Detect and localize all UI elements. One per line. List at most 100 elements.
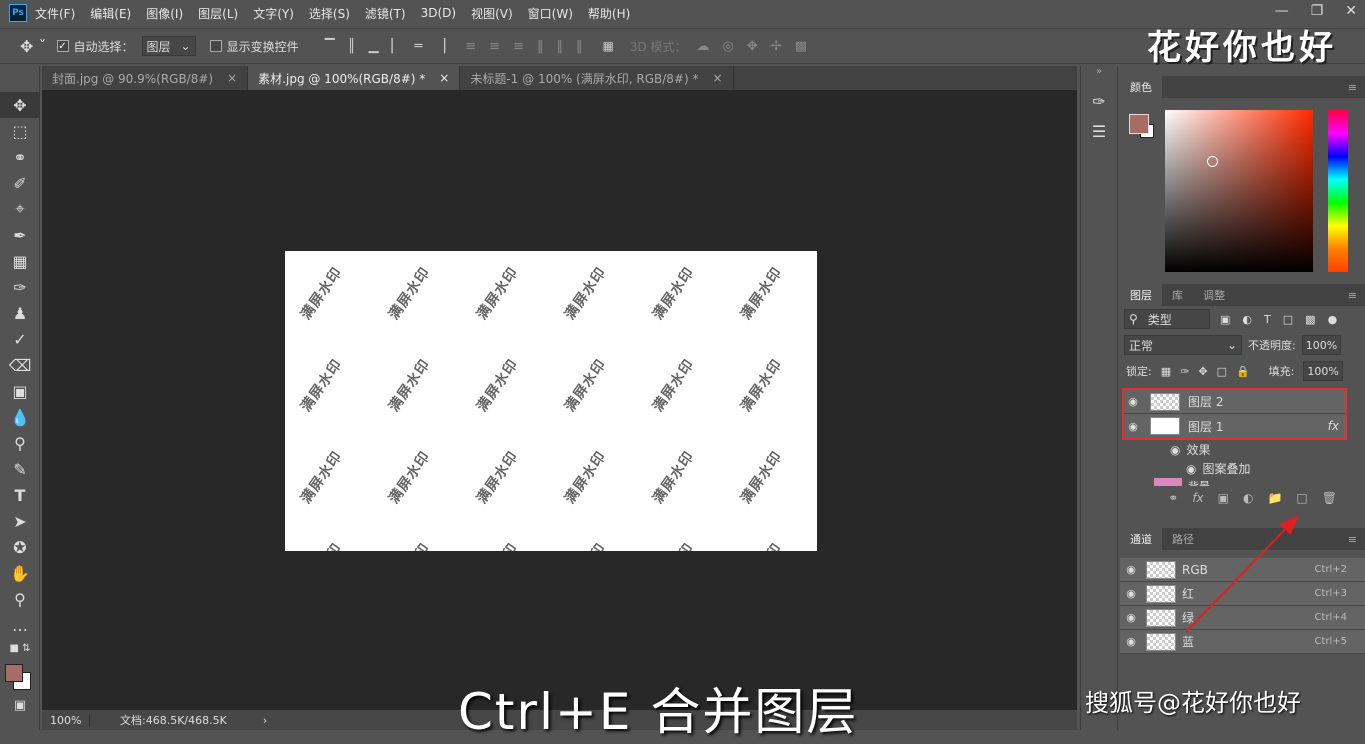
align-top-icon[interactable]: ▔ — [325, 39, 335, 54]
panel-menu-icon[interactable]: ≡ — [1348, 81, 1357, 94]
layer-name[interactable]: 背景 — [1188, 478, 1210, 486]
layer-row[interactable]: ◉ 图层 1 fx — [1124, 414, 1345, 438]
menu-help[interactable]: 帮助(H) — [588, 5, 630, 22]
blend-mode-dropdown[interactable]: 正常 ⌄ — [1124, 335, 1242, 355]
lock-position-icon[interactable]: ✥ — [1198, 365, 1207, 378]
align-vcenter-icon[interactable]: ║ — [348, 39, 356, 54]
menu-window[interactable]: 窗口(W) — [528, 5, 573, 22]
healing-brush-tool-icon[interactable]: ▦ — [0, 248, 40, 274]
align-left-icon[interactable]: ▏ — [391, 39, 401, 54]
zoom-tool-icon[interactable]: ⚲ — [0, 586, 40, 612]
tab-untitled[interactable]: 未标题-1 @ 100% (满屏水印, RGB/8#) * × — [460, 66, 734, 90]
tab-channels[interactable]: 通道 — [1120, 528, 1162, 550]
eye-icon[interactable]: ◉ — [1170, 443, 1180, 457]
clone-stamp-tool-icon[interactable]: ♟ — [0, 300, 40, 326]
menu-3d[interactable]: 3D(D) — [421, 6, 456, 20]
auto-select-target-dropdown[interactable]: 图层 ⌄ — [141, 36, 196, 56]
eye-icon[interactable]: ◉ — [1186, 462, 1196, 476]
3d-slide-icon[interactable]: ✢ — [771, 39, 782, 54]
effect-pattern-overlay-row[interactable]: ◉ 图案叠加 — [1120, 459, 1365, 478]
lock-image-icon[interactable]: ✑ — [1180, 365, 1189, 378]
crop-tool-icon[interactable]: ⌖ — [0, 196, 40, 222]
properties-icon[interactable]: ☰ — [1081, 116, 1117, 146]
link-layers-icon[interactable]: ⚭ — [1168, 491, 1178, 505]
more-tools-icon[interactable]: … — [0, 612, 40, 638]
eraser-tool-icon[interactable]: ⌫ — [0, 352, 40, 378]
filter-adjust-icon[interactable]: ◐ — [1242, 313, 1252, 326]
eye-icon[interactable]: ◉ — [1124, 420, 1142, 433]
background-layer-row[interactable]: 背景 — [1120, 478, 1365, 486]
align-bottom-icon[interactable]: ▁ — [368, 39, 378, 54]
delete-layer-icon[interactable]: 🗑 — [1322, 491, 1337, 505]
channel-row[interactable]: ◉ 红 Ctrl+3 — [1120, 582, 1365, 606]
quick-mask-icon[interactable]: ▣ — [0, 692, 40, 718]
quick-select-tool-icon[interactable]: ✐ — [0, 170, 40, 196]
blur-tool-icon[interactable]: 💧 — [0, 404, 40, 430]
menu-file[interactable]: 文件(F) — [35, 5, 75, 22]
3d-orbit-icon[interactable]: ☁ — [697, 39, 710, 54]
panel-menu-icon[interactable]: ≡ — [1348, 533, 1357, 546]
layer-row[interactable]: ◉ 图层 2 — [1124, 390, 1345, 414]
fx-badge[interactable]: fx — [1328, 419, 1339, 433]
align-right-icon[interactable]: ▕ — [435, 39, 445, 54]
layer-filter-dropdown[interactable]: ⚲ 类型 — [1124, 309, 1210, 329]
adjustment-layer-icon[interactable]: ◐ — [1243, 491, 1253, 505]
tab-libraries[interactable]: 库 — [1162, 284, 1193, 306]
color-picker-cursor[interactable] — [1207, 156, 1218, 167]
menu-type[interactable]: 文字(Y) — [253, 5, 294, 22]
foreground-color-swatch[interactable] — [5, 664, 23, 682]
menu-edit[interactable]: 编辑(E) — [90, 5, 131, 22]
add-mask-icon[interactable]: ▣ — [1218, 491, 1229, 505]
eye-icon[interactable]: ◉ — [1120, 563, 1142, 576]
foreground-color-swatch[interactable] — [1129, 114, 1149, 134]
channel-row[interactable]: ◉ RGB Ctrl+2 — [1120, 558, 1365, 582]
new-layer-icon[interactable]: □ — [1296, 491, 1307, 505]
show-transform-checkbox[interactable] — [209, 40, 222, 52]
panel-menu-icon[interactable]: ≡ — [1348, 289, 1357, 302]
eyedropper-tool-icon[interactable]: ✒ — [0, 222, 40, 248]
filter-pixel-icon[interactable]: ▣ — [1220, 313, 1230, 326]
tab-material[interactable]: 素材.jpg @ 100%(RGB/8#) * × — [248, 66, 461, 90]
tab-adjustments[interactable]: 调整 — [1193, 284, 1235, 306]
filter-toggle-icon[interactable]: ● — [1328, 313, 1338, 326]
auto-align-icon[interactable]: ▦ — [602, 39, 613, 53]
eye-icon[interactable]: ◉ — [1120, 587, 1142, 600]
new-group-icon[interactable]: 📁 — [1267, 491, 1282, 505]
filter-shape-icon[interactable]: □ — [1283, 313, 1293, 326]
menu-select[interactable]: 选择(S) — [309, 5, 350, 22]
channel-row[interactable]: ◉ 蓝 Ctrl+5 — [1120, 630, 1365, 654]
layer-name[interactable]: 图层 2 — [1188, 393, 1223, 410]
tab-cover[interactable]: 封面.jpg @ 90.9%(RGB/8#) × — [42, 66, 249, 90]
zoom-level[interactable]: 100% — [42, 713, 90, 727]
filter-type-icon[interactable]: T — [1264, 313, 1271, 326]
effects-row[interactable]: ◉ 效果 — [1120, 440, 1365, 459]
tab-layers[interactable]: 图层 — [1120, 284, 1162, 306]
marquee-tool-icon[interactable]: ⬚ — [0, 118, 40, 144]
add-style-icon[interactable]: fx — [1192, 491, 1203, 505]
distribute-bottom-icon[interactable]: ≡ — [513, 39, 524, 54]
dodge-tool-icon[interactable]: ⚲ — [0, 430, 40, 456]
channel-row[interactable]: ◉ 绿 Ctrl+4 — [1120, 606, 1365, 630]
menu-image[interactable]: 图像(I) — [146, 5, 183, 22]
gradient-tool-icon[interactable]: ▣ — [0, 378, 40, 404]
lock-transparent-icon[interactable]: ▦ — [1161, 365, 1171, 378]
close-icon[interactable]: × — [712, 71, 722, 85]
path-select-tool-icon[interactable]: ➤ — [0, 508, 40, 534]
distribute-left-icon[interactable]: ‖ — [537, 39, 544, 54]
shape-tool-icon[interactable]: ✪ — [0, 534, 40, 560]
3d-roll-icon[interactable]: ◎ — [723, 39, 734, 54]
restore-icon[interactable]: ❐ — [1311, 3, 1324, 19]
opacity-input[interactable]: 100% — [1301, 335, 1342, 355]
move-tool-icon[interactable]: ✥ — [0, 92, 40, 118]
move-tool-icon[interactable]: ✥ ˇ — [20, 37, 47, 56]
eye-icon[interactable]: ◉ — [1124, 395, 1142, 408]
history-brush-tool-icon[interactable]: ✓ — [0, 326, 40, 352]
3d-camera-icon[interactable]: ▩ — [795, 39, 807, 54]
tab-color[interactable]: 颜色 — [1120, 76, 1162, 98]
eye-icon[interactable]: ◉ — [1120, 611, 1142, 624]
distribute-right-icon[interactable]: ‖ — [576, 39, 583, 54]
lock-all-icon[interactable]: 🔒 — [1236, 365, 1250, 378]
status-menu-arrow[interactable]: › — [263, 714, 267, 727]
saturation-brightness-field[interactable] — [1165, 110, 1313, 272]
type-tool-icon[interactable]: T — [0, 482, 40, 508]
